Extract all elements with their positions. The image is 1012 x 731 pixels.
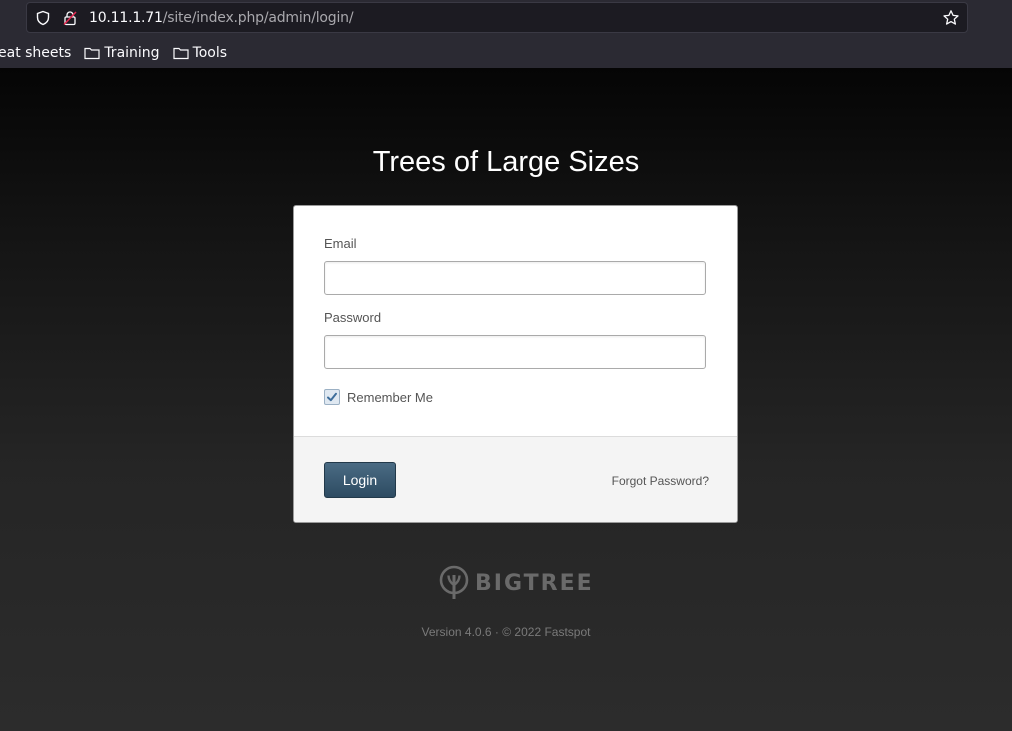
shield-icon[interactable] bbox=[34, 9, 52, 27]
lock-icon[interactable] bbox=[61, 9, 79, 27]
tree-icon bbox=[439, 565, 469, 599]
bookmarks-toolbar: eat sheets Training Tools bbox=[0, 40, 240, 66]
bigtree-logo: BIGTREE bbox=[439, 565, 594, 601]
site-title: Trees of Large Sizes bbox=[372, 146, 640, 178]
version-footer: Version 4.0.6 · © 2022 Fastspot bbox=[421, 625, 591, 639]
password-field[interactable] bbox=[324, 335, 706, 369]
remember-me-label: Remember Me bbox=[347, 389, 433, 405]
bookmark-tools[interactable]: Tools bbox=[172, 45, 228, 61]
login-form: Email Password Remember Me Login Forgot … bbox=[293, 205, 738, 523]
browser-chrome: 10.11.1.71/site/index.php/admin/login/ e… bbox=[0, 0, 1012, 68]
bookmark-cheat-sheets[interactable]: eat sheets bbox=[0, 45, 71, 61]
email-label: Email bbox=[324, 236, 357, 251]
url-path: /site/index.php/admin/login/ bbox=[162, 10, 354, 26]
address-bar[interactable]: 10.11.1.71/site/index.php/admin/login/ bbox=[26, 2, 968, 33]
brand-name: BIGTREE bbox=[475, 570, 594, 596]
email-field[interactable] bbox=[324, 261, 706, 295]
url-host: 10.11.1.71 bbox=[89, 10, 163, 26]
folder-icon bbox=[172, 47, 189, 60]
forgot-password-link[interactable]: Forgot Password? bbox=[612, 474, 709, 488]
bookmark-training[interactable]: Training bbox=[84, 45, 160, 61]
bookmark-label: Tools bbox=[192, 45, 228, 61]
form-footer: Login Forgot Password? bbox=[294, 436, 737, 522]
login-page: Trees of Large Sizes Email Password Reme… bbox=[0, 68, 1012, 731]
folder-icon bbox=[84, 47, 100, 60]
remember-me[interactable]: Remember Me bbox=[324, 389, 433, 405]
bookmark-label: eat sheets bbox=[0, 45, 72, 61]
checkmark-icon bbox=[327, 392, 337, 402]
remember-me-checkbox[interactable] bbox=[324, 389, 340, 405]
url-text[interactable]: 10.11.1.71/site/index.php/admin/login/ bbox=[89, 10, 354, 26]
star-icon[interactable] bbox=[942, 9, 960, 27]
bookmark-label: Training bbox=[104, 45, 160, 61]
login-button[interactable]: Login bbox=[324, 462, 396, 498]
password-label: Password bbox=[324, 310, 382, 325]
